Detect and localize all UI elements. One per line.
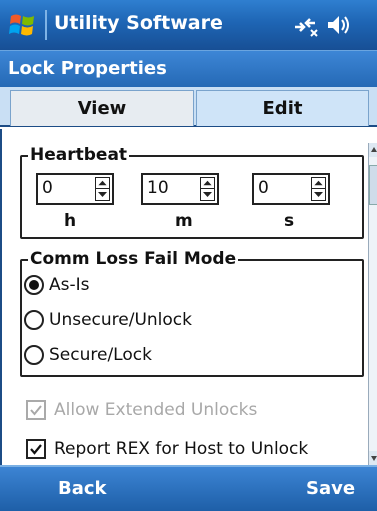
report-rex-row[interactable]: Report REX for Host to Unlock (26, 436, 308, 462)
minutes-spin-buttons[interactable] (200, 177, 215, 201)
windows-flag-icon[interactable] (8, 10, 38, 40)
title-separator (45, 10, 47, 40)
save-button[interactable]: Save (306, 478, 355, 499)
hours-value: 0 (42, 178, 53, 198)
seconds-value: 0 (258, 178, 269, 198)
title-bar: Utility Software (0, 0, 377, 50)
hours-unit-label: h (64, 211, 77, 231)
radio-label-unsecure-unlock: Unsecure/Unlock (49, 310, 192, 330)
spin-up-icon[interactable] (96, 178, 109, 189)
softkey-bar: Back Save (0, 465, 377, 511)
page-header: Lock Properties (0, 50, 377, 87)
hours-stepper[interactable]: 0 (36, 173, 114, 205)
spin-down-icon[interactable] (96, 189, 109, 200)
spin-down-icon[interactable] (201, 189, 214, 200)
vertical-scrollbar[interactable] (368, 143, 377, 465)
radio-unsecure-unlock[interactable]: Unsecure/Unlock (24, 305, 192, 335)
connectivity-icon[interactable] (291, 13, 319, 37)
tab-view[interactable]: View (10, 90, 194, 126)
scroll-up-icon[interactable] (369, 143, 377, 157)
app-title: Utility Software (54, 12, 223, 34)
report-rex-label: Report REX for Host to Unlock (54, 439, 309, 459)
radio-button-as-is[interactable] (24, 275, 44, 295)
hours-spin-buttons[interactable] (95, 177, 110, 201)
spin-up-icon[interactable] (201, 178, 214, 189)
radio-label-as-is: As-Is (49, 275, 90, 295)
allow-extended-unlocks-row: Allow Extended Unlocks (26, 397, 257, 423)
heartbeat-group: Heartbeat 0 10 0 h m s (20, 144, 364, 239)
heartbeat-legend: Heartbeat (28, 144, 130, 166)
content-area: Heartbeat 0 10 0 h m s Comm Loss Fail Mo… (0, 129, 377, 465)
allow-extended-unlocks-label: Allow Extended Unlocks (54, 400, 258, 420)
radio-button-secure-lock[interactable] (24, 345, 44, 365)
comm-loss-legend: Comm Loss Fail Mode (28, 248, 239, 270)
checkmark-icon (30, 405, 42, 416)
radio-secure-lock[interactable]: Secure/Lock (24, 340, 152, 370)
radio-as-is[interactable]: As-Is (24, 270, 90, 300)
allow-extended-unlocks-checkbox (26, 400, 46, 420)
radio-label-secure-lock: Secure/Lock (49, 345, 152, 365)
minutes-stepper[interactable]: 10 (141, 173, 219, 205)
scroll-down-icon[interactable] (369, 451, 377, 465)
tab-edit[interactable]: Edit (196, 90, 369, 126)
tab-strip: View Edit (0, 87, 377, 127)
minutes-unit-label: m (175, 211, 193, 231)
report-rex-checkbox[interactable] (26, 439, 46, 459)
seconds-spin-buttons[interactable] (311, 177, 326, 201)
seconds-stepper[interactable]: 0 (252, 173, 330, 205)
seconds-unit-label: s (284, 211, 295, 231)
radio-button-unsecure-unlock[interactable] (24, 310, 44, 330)
speaker-icon[interactable] (325, 12, 351, 38)
checkmark-icon (30, 444, 42, 455)
spin-up-icon[interactable] (312, 178, 325, 189)
scrollbar-thumb[interactable] (369, 165, 377, 205)
minutes-value: 10 (147, 178, 169, 198)
spin-down-icon[interactable] (312, 189, 325, 200)
back-button[interactable]: Back (58, 478, 107, 499)
page-title: Lock Properties (8, 58, 167, 79)
